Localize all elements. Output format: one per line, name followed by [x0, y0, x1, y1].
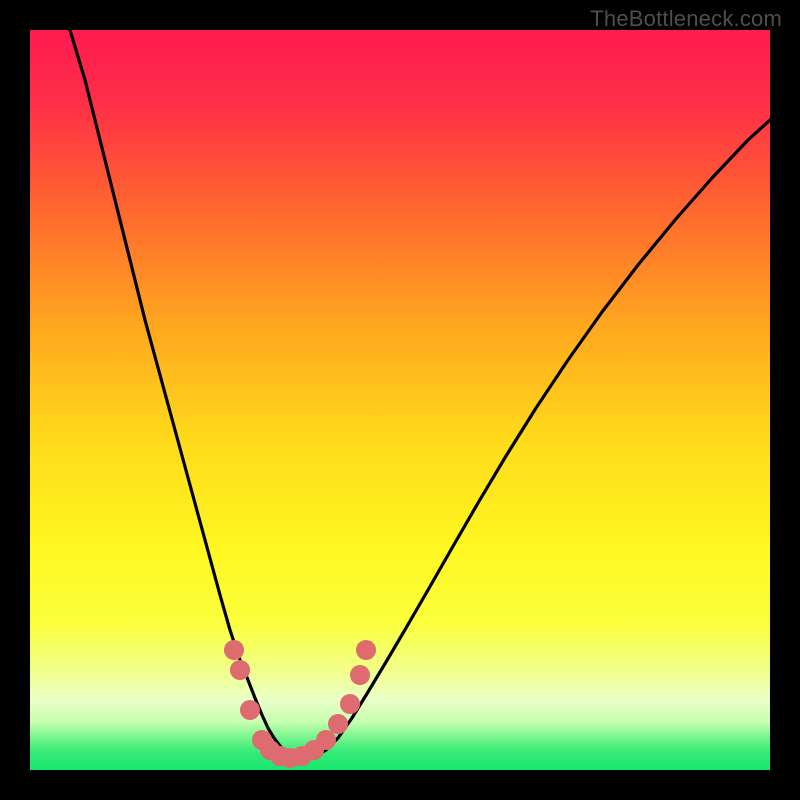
curve-marker	[350, 665, 370, 685]
curve-marker	[230, 660, 250, 680]
bottleneck-curve	[70, 30, 770, 758]
curve-marker	[328, 714, 348, 734]
curve-layer	[30, 30, 770, 770]
curve-marker	[224, 640, 244, 660]
curve-marker	[316, 730, 336, 750]
curve-marker	[240, 700, 260, 720]
plot-area	[30, 30, 770, 770]
curve-markers	[224, 640, 376, 768]
curve-marker	[356, 640, 376, 660]
watermark-text: TheBottleneck.com	[590, 6, 782, 32]
curve-marker	[340, 694, 360, 714]
chart-frame: TheBottleneck.com	[0, 0, 800, 800]
